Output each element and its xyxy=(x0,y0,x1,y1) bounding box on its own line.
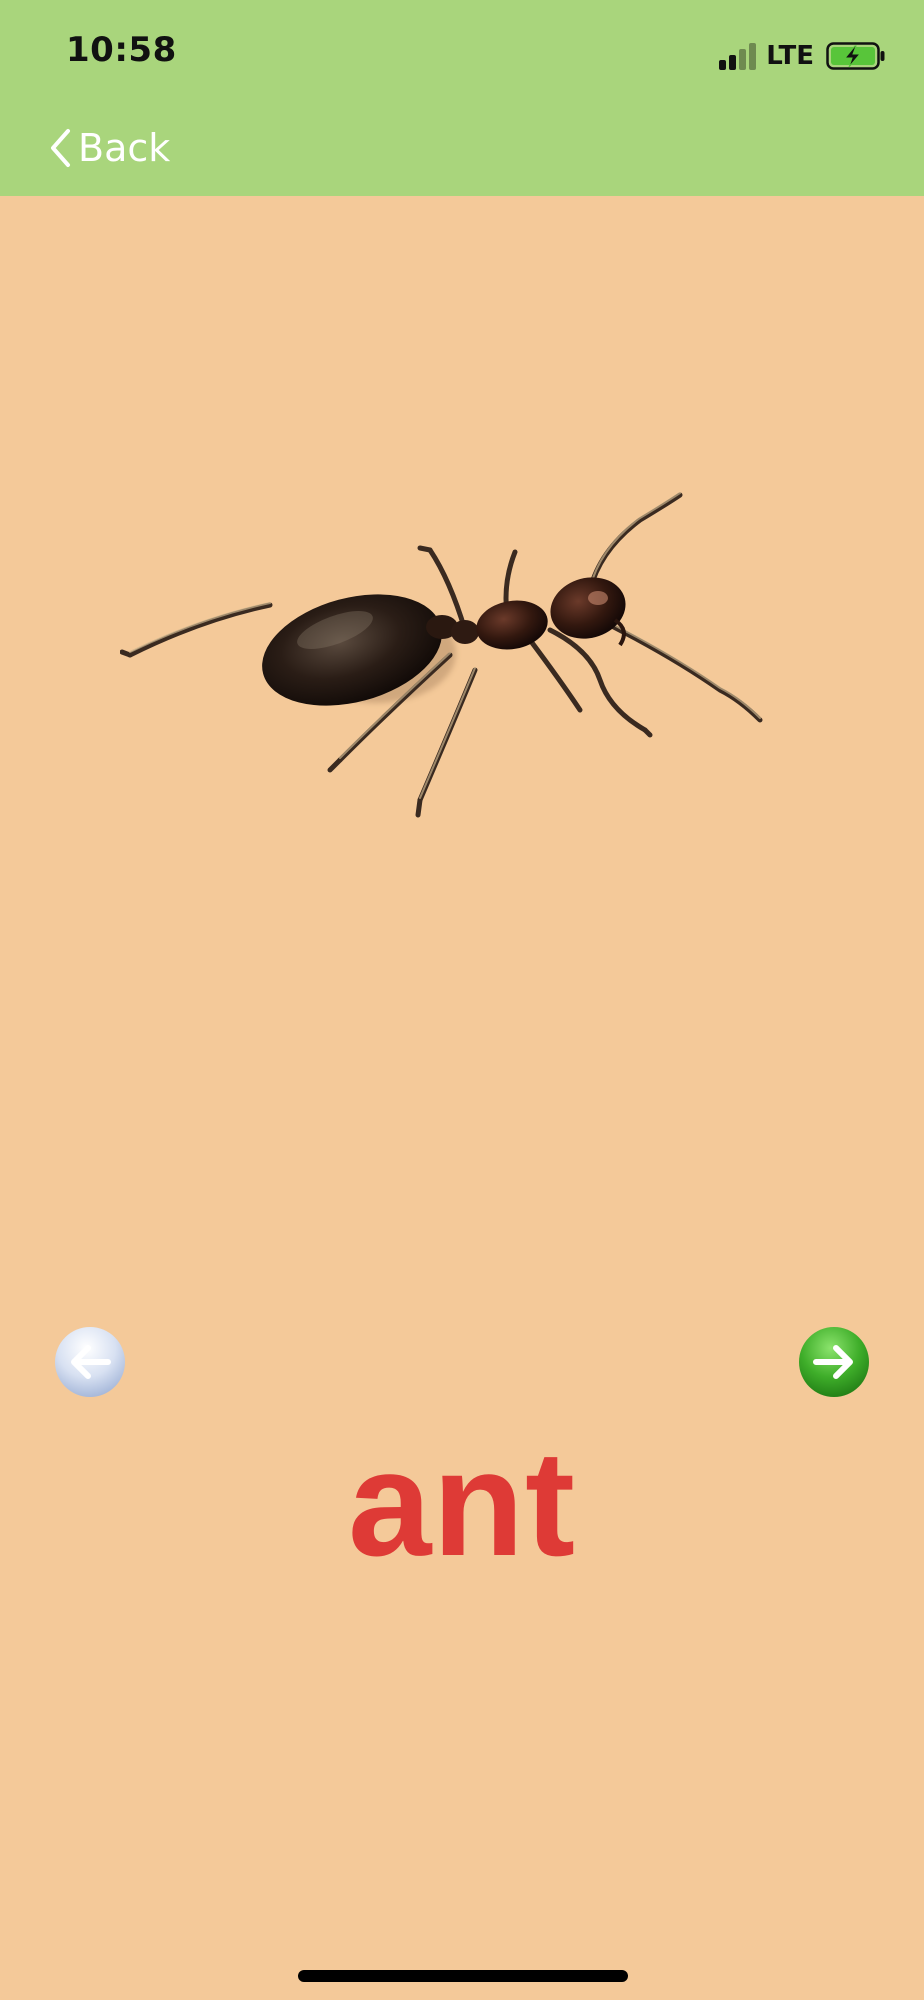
next-button[interactable] xyxy=(798,1326,870,1398)
network-type: LTE xyxy=(766,41,814,71)
ant-image xyxy=(120,492,763,818)
status-time: 10:58 xyxy=(66,30,177,70)
chevron-left-icon xyxy=(51,129,70,167)
card-word: ant xyxy=(348,1419,576,1587)
status-indicators: LTE xyxy=(719,36,886,76)
status-bar: 10:58 LTE xyxy=(0,0,924,98)
back-label: Back xyxy=(78,126,171,170)
arrow-left-icon xyxy=(55,1327,125,1397)
battery-charging-icon xyxy=(826,42,885,70)
signal-icon xyxy=(719,42,757,70)
previous-button[interactable] xyxy=(54,1326,126,1398)
home-indicator[interactable] xyxy=(298,1970,628,1982)
back-button[interactable]: Back xyxy=(48,122,170,174)
arrow-right-icon xyxy=(799,1327,869,1397)
